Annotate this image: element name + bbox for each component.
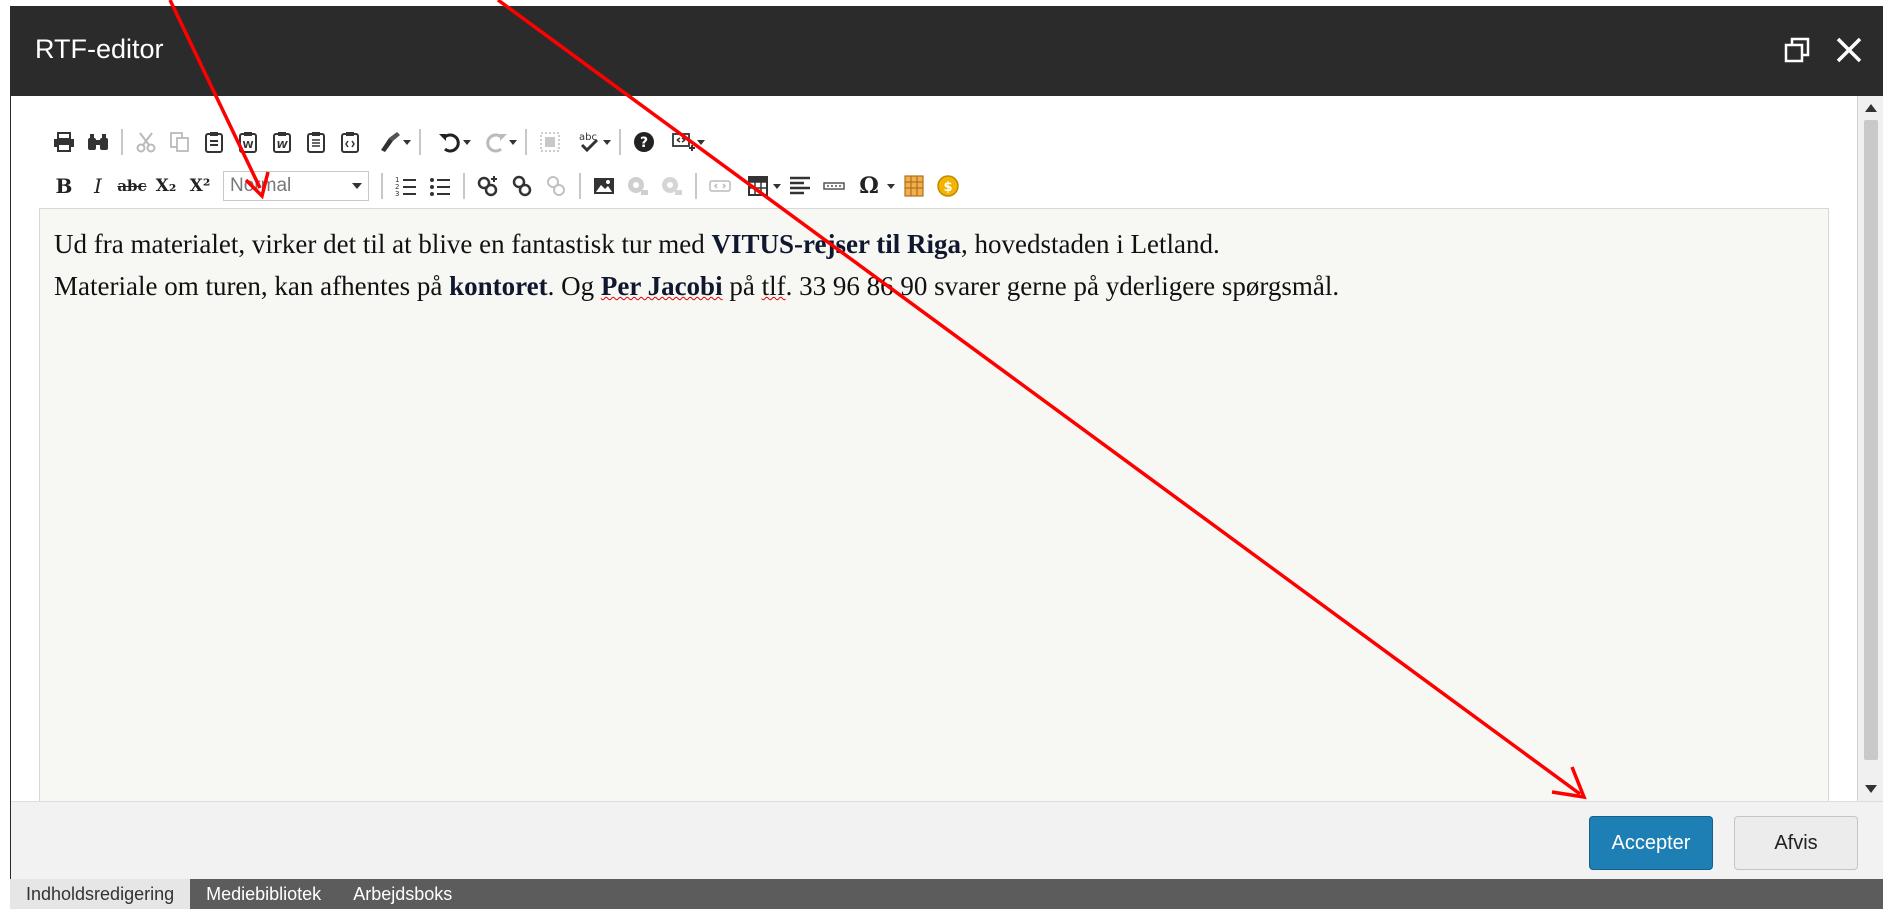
svg-text:W: W — [276, 140, 288, 151]
close-icon[interactable] — [1829, 30, 1869, 70]
template-icon[interactable] — [897, 169, 931, 203]
special-char-icon[interactable]: Ω — [851, 169, 897, 203]
toolbar-separator — [579, 173, 581, 199]
paste-icon[interactable] — [197, 125, 231, 159]
toolbar-separator — [525, 129, 527, 155]
toolbar-separator — [463, 173, 465, 199]
table-icon[interactable] — [737, 169, 783, 203]
paragraph-line-2: Materiale om turen, kan afhentes på kont… — [54, 265, 1339, 307]
select-all-icon[interactable] — [533, 125, 567, 159]
rtf-editor-dialog: RTF-editor W W abc ? B I abc X₂ X² Norma… — [10, 6, 1883, 880]
embed-icon[interactable] — [703, 169, 737, 203]
toolbar-separator — [381, 173, 383, 199]
undo-icon[interactable] — [427, 125, 473, 159]
reject-button[interactable]: Afvis — [1734, 816, 1858, 870]
coin-icon[interactable]: $ — [931, 169, 965, 203]
svg-text:W: W — [242, 140, 253, 151]
align-icon[interactable] — [783, 169, 817, 203]
restore-window-icon[interactable] — [1777, 30, 1817, 70]
vertical-scrollbar[interactable] — [1857, 96, 1883, 801]
link-icon[interactable] — [471, 169, 505, 203]
spellcheck-icon[interactable]: abc — [567, 125, 613, 159]
bold-text-run: VITUS-rejser til Riga — [711, 229, 962, 259]
toolbar-separator — [695, 173, 697, 199]
paste-word-2-icon[interactable]: W — [265, 125, 299, 159]
media-icon[interactable] — [621, 169, 655, 203]
copy-icon[interactable] — [163, 125, 197, 159]
tab-mediebibliotek[interactable]: Mediebibliotek — [190, 879, 337, 909]
ordered-list-icon[interactable]: 123 — [389, 169, 423, 203]
accept-button[interactable]: Accepter — [1589, 816, 1713, 870]
text-run: Ud fra materialet, virker det til at bli… — [54, 229, 712, 259]
scroll-down-icon[interactable] — [1863, 781, 1879, 797]
superscript-button[interactable]: X² — [183, 169, 217, 203]
toolbar-separator — [419, 129, 421, 155]
toolbar-row-2: B I abc X₂ X² Normal 123 Ω $ — [47, 168, 965, 204]
editor-content[interactable]: Ud fra materialet, virker det til at bli… — [54, 223, 1339, 307]
tab-arbejdsboks[interactable]: Arbejdsboks — [337, 879, 468, 909]
paste-word-icon[interactable]: W — [231, 125, 265, 159]
flash-icon[interactable] — [655, 169, 689, 203]
subscript-button[interactable]: X₂ — [149, 169, 183, 203]
text-run: Materiale om turen, kan afhentes på — [54, 271, 450, 301]
horizontal-rule-icon[interactable] — [817, 169, 851, 203]
tab-indholdsredigering[interactable]: Indholdsredigering — [10, 879, 191, 909]
toolbar-separator — [121, 129, 123, 155]
help-icon[interactable]: ? — [627, 125, 661, 159]
bold-text-run: kontoret — [449, 271, 548, 301]
toolbar-row-1: W W abc ? — [47, 124, 707, 160]
cut-icon[interactable] — [129, 125, 163, 159]
anchor-icon[interactable] — [539, 169, 573, 203]
bullet-list-icon[interactable] — [423, 169, 457, 203]
chevron-down-icon — [352, 183, 362, 189]
strikethrough-button[interactable]: abc — [115, 169, 149, 203]
format-select[interactable]: Normal — [223, 171, 369, 201]
dialog-footer: Accepter Afvis — [11, 801, 1883, 880]
toolbar-separator — [619, 129, 621, 155]
text-run-misspelled: tlf — [761, 271, 786, 301]
text-run: . Og — [547, 271, 601, 301]
paste-special-icon[interactable] — [333, 125, 367, 159]
bold-button[interactable]: B — [47, 169, 81, 203]
unlink-icon[interactable] — [505, 169, 539, 203]
format-painter-icon[interactable] — [367, 125, 413, 159]
paragraph-line-1: Ud fra materialet, virker det til at bli… — [54, 223, 1339, 265]
find-icon[interactable] — [81, 125, 115, 159]
rich-text-editor-area[interactable]: Ud fra materialet, virker det til at bli… — [39, 208, 1829, 808]
redo-icon[interactable] — [473, 125, 519, 159]
paste-text-icon[interactable] — [299, 125, 333, 159]
svg-text:?: ? — [640, 135, 648, 151]
dialog-titlebar: RTF-editor — [11, 6, 1883, 96]
scroll-up-icon[interactable] — [1863, 100, 1879, 116]
format-select-value: Normal — [230, 175, 292, 196]
text-run: , hovedstaden i Letland. — [961, 229, 1220, 259]
text-run: på — [722, 271, 762, 301]
scrollbar-thumb[interactable] — [1864, 120, 1878, 760]
svg-text:$: $ — [943, 180, 952, 195]
svg-text:3: 3 — [395, 190, 399, 198]
bold-text-run-misspelled: Per Jacobi — [600, 271, 723, 301]
italic-button[interactable]: I — [81, 169, 115, 203]
text-run: . 33 96 86 90 svarer gerne på yderligere… — [785, 271, 1340, 301]
show-blocks-icon[interactable] — [661, 125, 707, 159]
bottom-tab-bar: Indholdsredigering Mediebibliotek Arbejd… — [10, 879, 1883, 909]
dialog-title: RTF-editor — [35, 34, 164, 64]
print-icon[interactable] — [47, 125, 81, 159]
image-icon[interactable] — [587, 169, 621, 203]
